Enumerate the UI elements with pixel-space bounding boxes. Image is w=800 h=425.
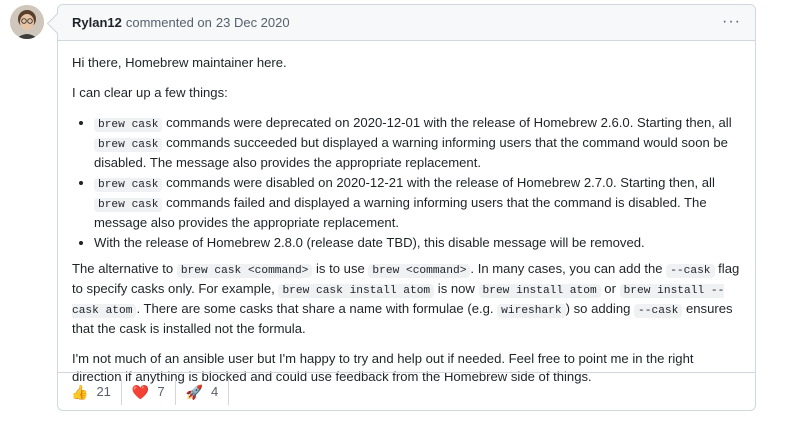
avatar[interactable] bbox=[10, 5, 44, 39]
thumbs-up-icon: 👍 bbox=[71, 383, 89, 400]
reaction-thumbs-up[interactable]: 👍 21 bbox=[65, 378, 122, 405]
inline-code: --cask bbox=[666, 264, 715, 278]
list-item: With the release of Homebrew 2.8.0 (rele… bbox=[94, 234, 741, 252]
inline-code: brew cask bbox=[94, 138, 163, 152]
text-run: is to use bbox=[312, 261, 369, 276]
more-options-icon[interactable]: ··· bbox=[722, 14, 741, 30]
comment-author[interactable]: Rylan12 bbox=[72, 15, 122, 30]
intro-paragraph: Hi there, Homebrew maintainer here. bbox=[72, 55, 287, 70]
lead-paragraph: I can clear up a few things: bbox=[72, 85, 228, 100]
inline-code: brew install atom bbox=[478, 284, 601, 298]
alternative-paragraph: The alternative to brew cask <command> i… bbox=[72, 260, 741, 338]
comment-body: Hi there, Homebrew maintainer here. I ca… bbox=[58, 41, 755, 386]
list-item: brew cask commands were deprecated on 20… bbox=[94, 114, 741, 172]
list-item: brew cask commands were disabled on 2020… bbox=[94, 174, 741, 232]
inline-code: brew <command> bbox=[368, 264, 471, 278]
text-run: . There are some casks that share a name… bbox=[136, 301, 498, 316]
inline-code: wireshark bbox=[497, 304, 566, 318]
comment-verb: commented on bbox=[125, 15, 212, 30]
text-run: The alternative to bbox=[72, 261, 177, 276]
bullet-list: brew cask commands were deprecated on 20… bbox=[72, 114, 741, 252]
comment-box: Rylan12 commented on 23 Dec 2020 ··· Hi … bbox=[57, 4, 756, 411]
list-item-text: With the release of Homebrew 2.8.0 (rele… bbox=[94, 235, 645, 250]
reaction-heart[interactable]: ❤️ 7 bbox=[126, 378, 176, 405]
list-item-text: commands were deprecated on 2020-12-01 w… bbox=[162, 115, 732, 130]
text-run: . In many cases, you can add the bbox=[470, 261, 667, 276]
text-run: ) so adding bbox=[565, 301, 635, 316]
list-item-text: commands failed and displayed a warning … bbox=[94, 195, 707, 230]
text-run: or bbox=[600, 281, 620, 296]
reaction-rocket[interactable]: 🚀 4 bbox=[180, 378, 230, 405]
rocket-icon: 🚀 bbox=[185, 383, 204, 400]
inline-code: brew cask <command> bbox=[176, 264, 313, 278]
text-run: is now bbox=[434, 281, 479, 296]
reactions-bar: 👍 21 ❤️ 7 🚀 4 bbox=[58, 372, 755, 410]
inline-code: brew cask install atom bbox=[278, 284, 435, 298]
reaction-count: 4 bbox=[211, 384, 219, 399]
reaction-count: 21 bbox=[96, 384, 111, 399]
inline-code: brew cask bbox=[94, 178, 163, 192]
inline-code: --cask bbox=[634, 304, 683, 318]
list-item-text: commands succeeded but displayed a warni… bbox=[94, 135, 728, 170]
heart-icon: ❤️ bbox=[131, 383, 150, 400]
comment-date[interactable]: 23 Dec 2020 bbox=[216, 15, 290, 30]
comment-header: Rylan12 commented on 23 Dec 2020 ··· bbox=[58, 5, 755, 41]
list-item-text: commands were disabled on 2020-12-21 wit… bbox=[162, 175, 715, 190]
inline-code: brew cask bbox=[94, 198, 163, 212]
inline-code: brew cask bbox=[94, 118, 163, 132]
reaction-count: 7 bbox=[157, 384, 165, 399]
